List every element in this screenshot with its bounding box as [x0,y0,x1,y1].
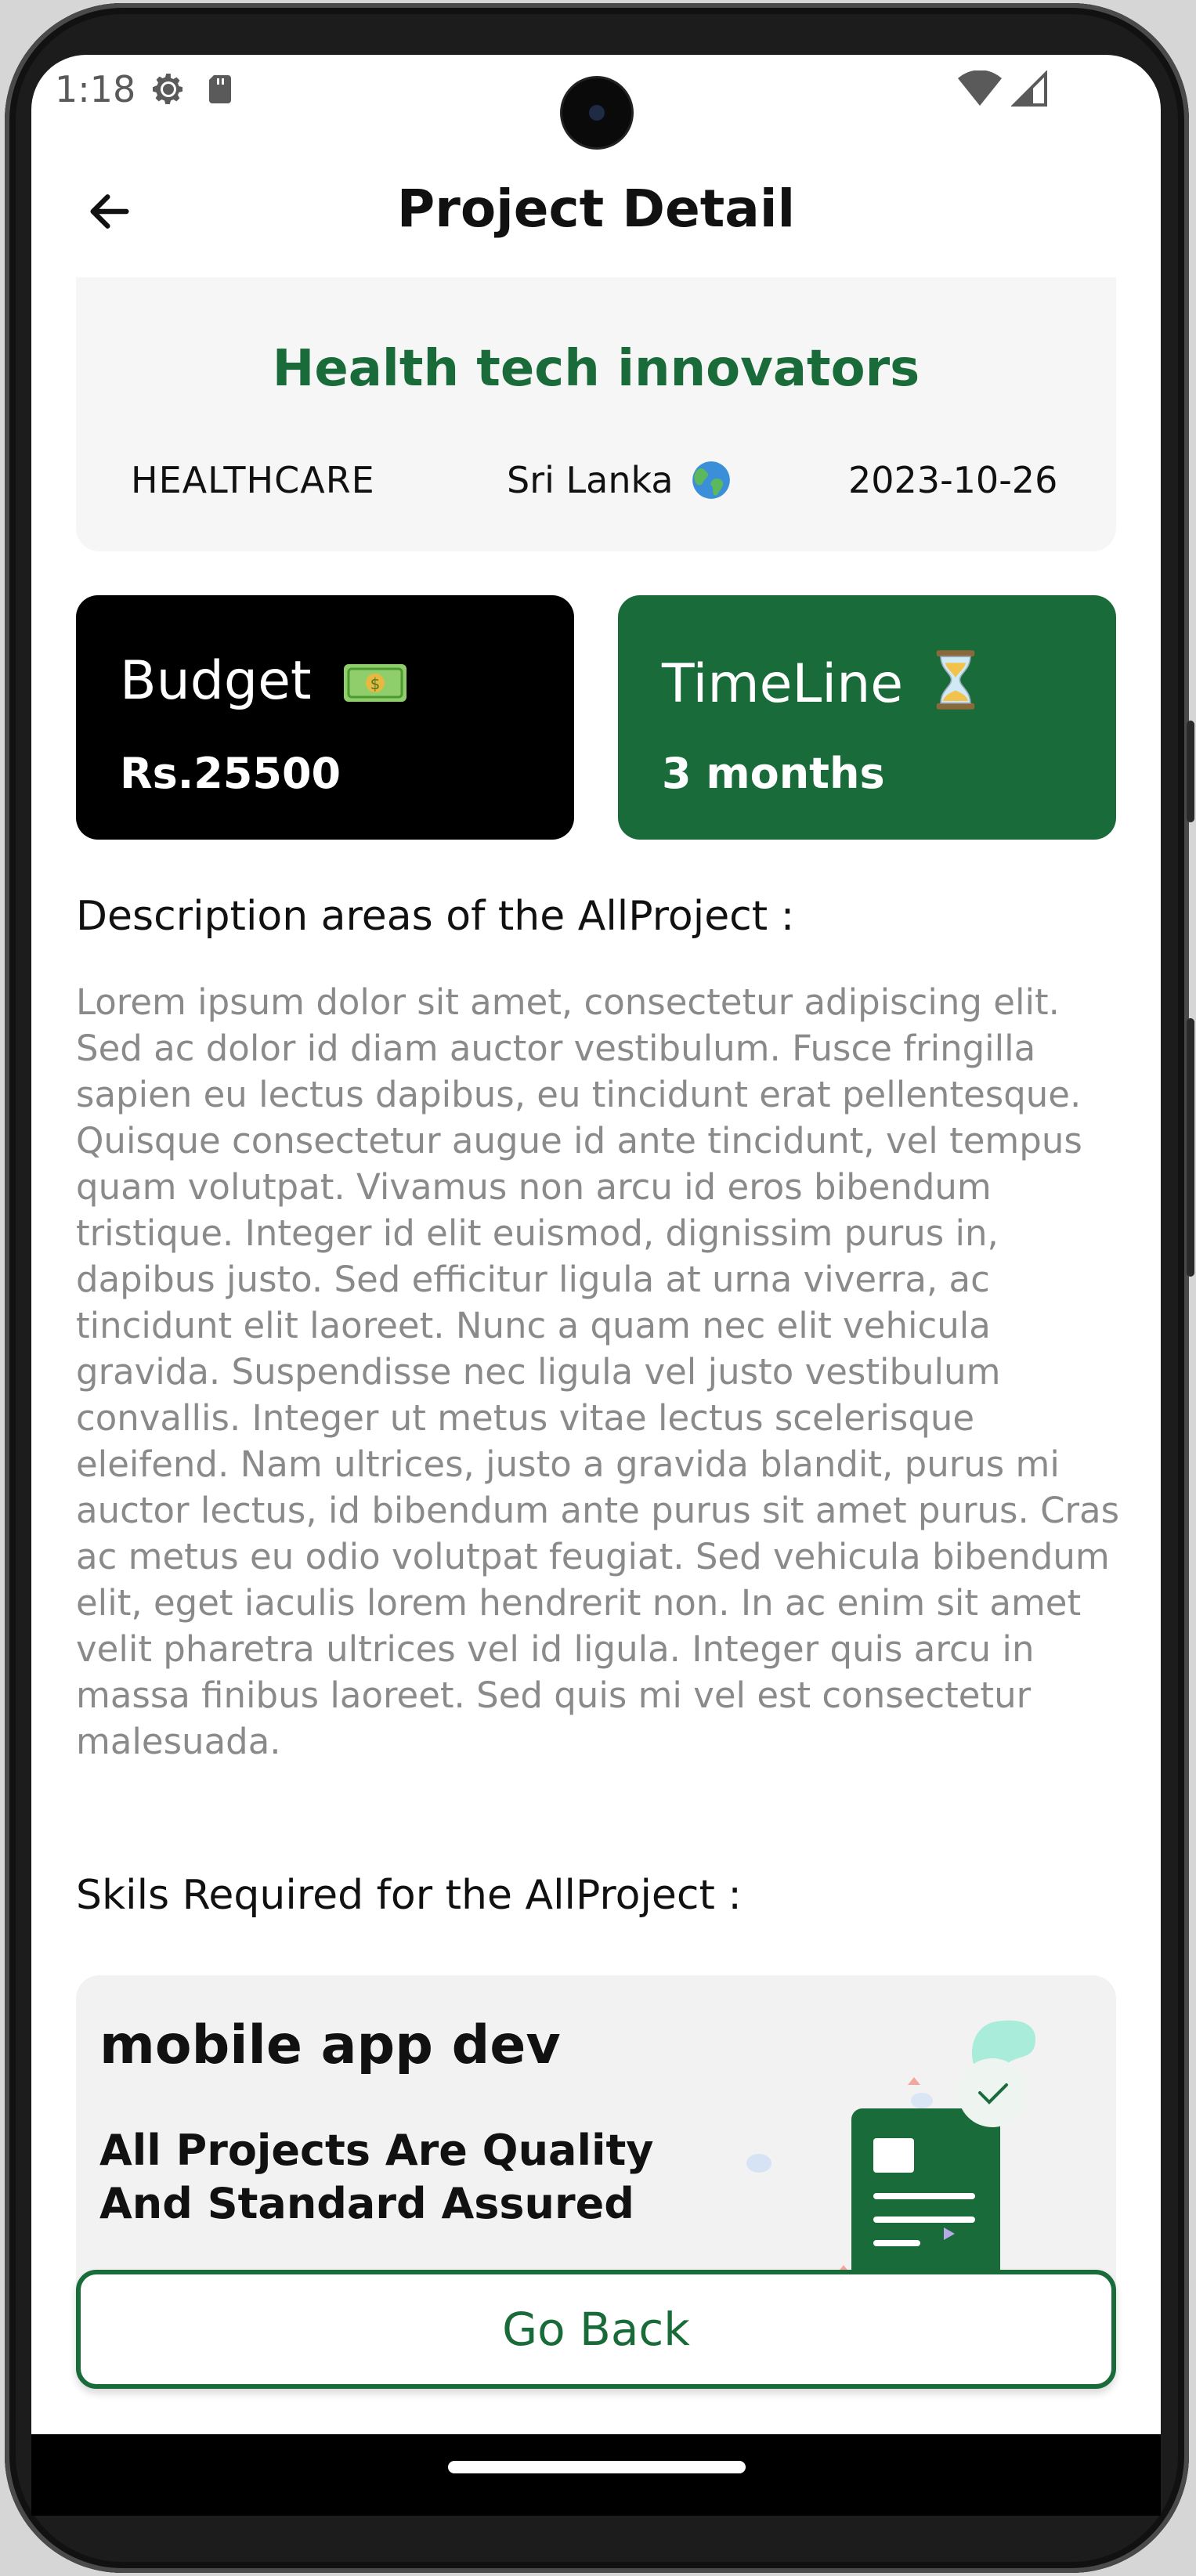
navigation-bar [31,2434,1161,2516]
description-title: Description areas of the AllProject : [76,893,795,940]
project-category: HEALTHCARE [131,459,375,501]
status-time: 1:18 [55,68,136,110]
phone-frame: 1:18 Project Detail Health tech innovato… [0,0,1196,2576]
skills-title: Skils Required for the AllProject : [76,1872,742,1919]
go-back-button[interactable]: Go Back [76,2270,1116,2389]
description-body: Lorem ipsum dolor sit amet, consectetur … [76,981,1120,1762]
budget-label-row: Budget $ [120,650,408,712]
front-camera [562,78,631,147]
timeline-label: TimeLine [662,653,904,715]
budget-value: Rs.25500 [120,749,341,798]
timeline-label-row: TimeLine [662,650,977,715]
hourglass-icon [936,650,975,710]
project-name: Health tech innovators [272,340,920,398]
volume-button [1187,1018,1194,1277]
home-indicator[interactable] [448,2461,746,2473]
app-bar: Project Detail [31,157,1161,266]
page-title: Project Detail [396,179,796,239]
skill-card[interactable]: mobile app dev All Projects Are Quality … [76,1975,1116,2304]
banknote-icon: $ [344,664,407,702]
status-right [958,70,1049,108]
project-date: 2023-10-26 [848,459,1058,501]
document-check-illustration-icon [746,2020,1036,2281]
timeline-value: 3 months [662,749,885,798]
signal-icon [1011,70,1047,107]
budget-card: Budget $ Rs.25500 [76,595,574,840]
project-country-text: Sri Lanka [507,459,674,501]
sd-card-icon [209,75,232,103]
globe-icon [692,461,730,499]
budget-label: Budget [120,650,312,712]
project-header-card: Health tech innovators HEALTHCARE Sri La… [76,277,1116,551]
skill-name: mobile app dev [99,2014,561,2076]
power-button [1187,721,1194,822]
skill-note: All Projects Are Quality And Standard As… [99,2126,654,2228]
wifi-icon [958,70,1002,106]
svg-text:$: $ [370,674,381,693]
status-bar: 1:18 [55,66,239,113]
project-country: Sri Lanka [507,459,732,501]
gear-icon [153,74,183,104]
timeline-card: TimeLine 3 months [618,595,1116,840]
